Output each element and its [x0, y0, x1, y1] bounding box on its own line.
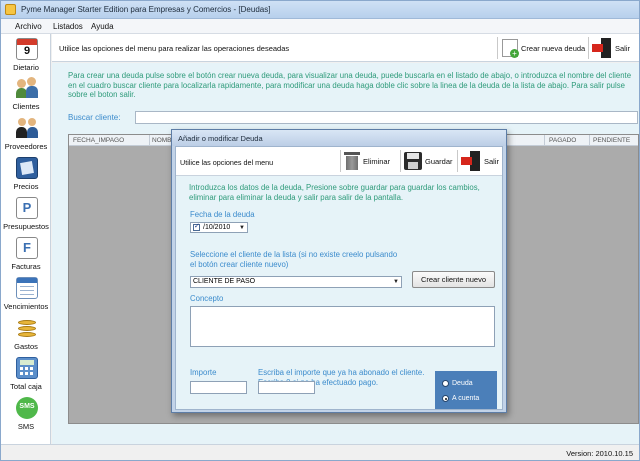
window-title: Pyme Manager Starter Edition para Empres…	[21, 5, 271, 14]
save-button[interactable]: Guardar	[404, 150, 453, 172]
dialog-exit-button[interactable]: Salir	[461, 150, 499, 172]
sidebar-item-label: Proveedores	[4, 142, 48, 151]
concept-textarea[interactable]	[190, 306, 495, 347]
menu-bar: Archivo Listados Ayuda	[1, 19, 639, 34]
trash-icon	[344, 151, 360, 171]
debt-date-picker[interactable]: /10/2010 ▼	[190, 222, 248, 233]
sidebar: 9 Dietario Clientes Proveedores Precios …	[1, 34, 51, 444]
sidebar-item-presupuestos[interactable]: P Presupuestos	[3, 197, 49, 237]
menu-listados[interactable]: Listados	[53, 22, 83, 31]
sms-icon: SMS	[16, 397, 38, 419]
sidebar-item-label: SMS	[17, 422, 35, 431]
toolbar-separator	[497, 37, 498, 59]
paid-amount-input[interactable]	[258, 381, 315, 394]
sidebar-item-label: Clientes	[12, 102, 40, 111]
sidebar-item-label: Dietario	[13, 63, 39, 72]
sidebar-item-vencimientos[interactable]: Vencimientos	[3, 277, 49, 317]
search-label: Buscar cliente:	[68, 113, 121, 122]
users-icon	[16, 77, 38, 99]
instructions-text: Para crear una deuda pulse sobre el botó…	[68, 71, 632, 100]
sidebar-item-facturas[interactable]: F Facturas	[3, 237, 49, 277]
sidebar-item-total-caja[interactable]: Total caja	[3, 357, 49, 397]
calendar-icon: 9	[16, 38, 38, 60]
budget-icon: P	[16, 197, 38, 219]
create-debt-button[interactable]: + Crear nueva deuda	[502, 37, 585, 59]
menu-archivo[interactable]: Archivo	[15, 22, 42, 31]
chevron-down-icon[interactable]: ▼	[392, 278, 400, 286]
column-nombre[interactable]: NOMB	[152, 137, 172, 144]
coins-icon	[16, 317, 38, 339]
toolbar-separator	[588, 37, 589, 59]
amount-input[interactable]	[190, 381, 247, 394]
floppy-disk-icon	[404, 152, 422, 170]
search-client-input[interactable]	[135, 111, 638, 124]
sidebar-item-precios[interactable]: Precios	[3, 157, 49, 197]
toolbar-separator	[457, 150, 458, 172]
sidebar-item-label: Gastos	[14, 342, 38, 351]
app-window: Pyme Manager Starter Edition para Empres…	[0, 0, 640, 461]
version-label: Version: 2010.10.15	[566, 449, 633, 458]
client-select[interactable]: CLIENTE DE PASO ▼	[190, 276, 402, 288]
sidebar-item-proveedores[interactable]: Proveedores	[3, 117, 49, 157]
sidebar-item-label: Total caja	[10, 382, 42, 391]
radio-button-icon	[442, 380, 449, 387]
delete-button[interactable]: Eliminar	[344, 150, 390, 172]
sidebar-item-gastos[interactable]: Gastos	[3, 317, 49, 357]
sidebar-item-dietario[interactable]: 9 Dietario	[3, 38, 49, 78]
debt-type-panel: Deuda A cuenta	[435, 371, 497, 409]
column-pagado[interactable]: PAGADO	[549, 137, 576, 144]
exit-door-icon	[592, 38, 612, 58]
app-icon	[5, 4, 16, 15]
sidebar-item-label: Presupuestos	[3, 222, 49, 231]
exit-button[interactable]: Salir	[592, 37, 630, 59]
sidebar-item-label: Vencimientos	[3, 302, 49, 311]
toolbar-separator	[340, 150, 341, 172]
debt-dialog: Añadir o modificar Deuda Utilice las opc…	[171, 129, 507, 413]
title-bar: Pyme Manager Starter Edition para Empres…	[1, 1, 639, 19]
exit-door-icon	[461, 151, 481, 171]
dialog-title-bar[interactable]: Añadir o modificar Deuda	[172, 130, 506, 146]
amount-label: Importe	[190, 368, 217, 377]
radio-deuda[interactable]: Deuda	[442, 378, 497, 389]
dialog-toolbar-hint: Utilice las opciones del menu	[180, 158, 274, 167]
chevron-down-icon[interactable]: ▼	[238, 224, 246, 232]
radio-a-cuenta[interactable]: A cuenta	[442, 393, 497, 404]
toolbar-hint: Utilice las opciones del menu para reali…	[59, 44, 290, 53]
prices-icon	[16, 157, 38, 179]
dialog-body: Utilice las opciones del menu Eliminar G…	[175, 146, 503, 410]
sidebar-item-label: Facturas	[11, 262, 41, 271]
suppliers-icon	[16, 117, 38, 139]
column-fecha-impago[interactable]: FECHA_IMPAGO	[73, 137, 124, 144]
dialog-instructions: Introduzca los datos de la deuda, Presio…	[189, 183, 480, 202]
calculator-icon	[16, 357, 38, 379]
concept-label: Concepto	[190, 294, 224, 303]
radio-button-selected-icon	[442, 395, 449, 402]
date-checkbox[interactable]	[193, 222, 200, 231]
sidebar-item-label: Precios	[13, 182, 39, 191]
date-label: Fecha de la deuda	[190, 210, 255, 219]
menu-ayuda[interactable]: Ayuda	[91, 22, 114, 31]
due-dates-icon	[16, 277, 38, 299]
status-bar: Version: 2010.10.15	[1, 444, 639, 460]
main-toolbar: Utilice las opciones del menu para reali…	[52, 34, 639, 62]
sidebar-item-sms[interactable]: SMS SMS	[3, 397, 49, 437]
client-label: Seleccione el cliente de la lista (si no…	[190, 250, 398, 269]
create-client-button[interactable]: Crear cliente nuevo	[412, 271, 495, 288]
sidebar-item-clientes[interactable]: Clientes	[3, 77, 49, 117]
column-pendiente[interactable]: PENDIENTE	[593, 137, 630, 144]
dialog-toolbar: Utilice las opciones del menu Eliminar G…	[176, 147, 502, 176]
new-document-icon: +	[502, 39, 519, 58]
dialog-title: Añadir o modificar Deuda	[178, 134, 263, 143]
invoice-icon: F	[16, 237, 38, 259]
toolbar-separator	[400, 150, 401, 172]
